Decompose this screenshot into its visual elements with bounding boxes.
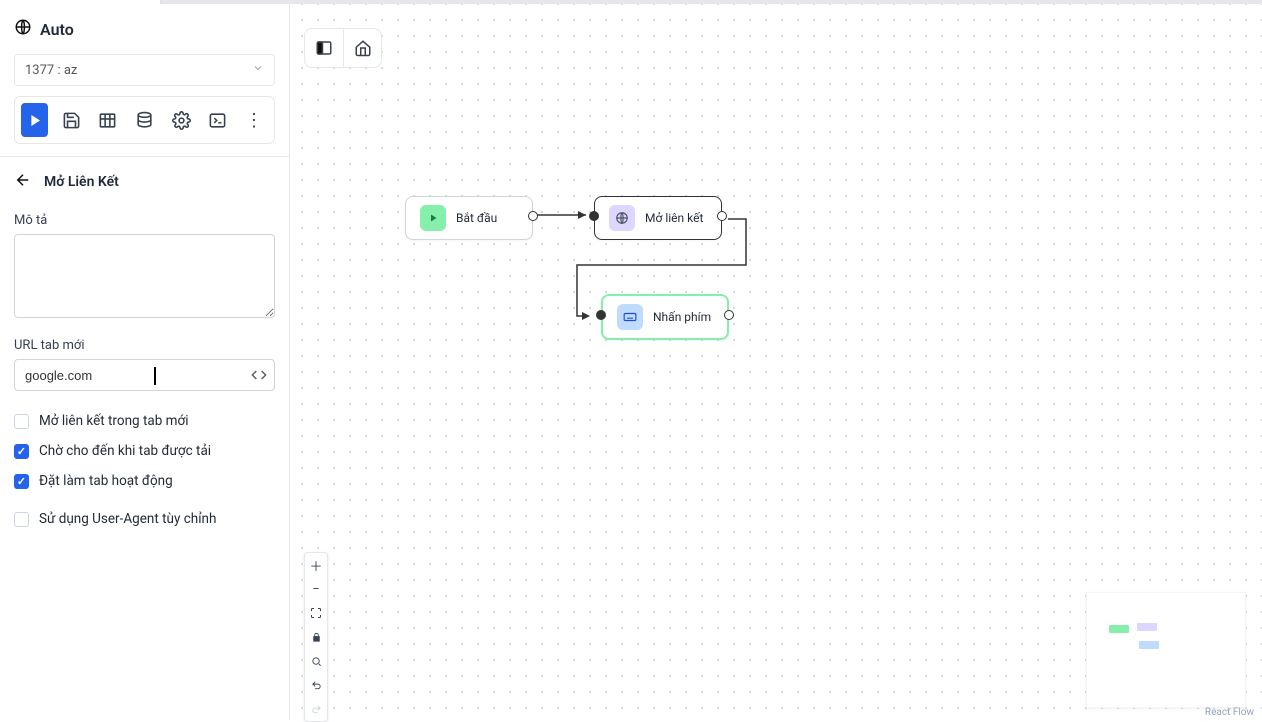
undo-button[interactable] [305,673,327,697]
checkbox-open-new-tab[interactable]: Mở liên kết trong tab mới [14,413,275,429]
checkbox-custom-user-agent[interactable]: Sử dụng User-Agent tùy chỉnh [14,511,275,527]
checkbox-label: Sử dụng User-Agent tùy chỉnh [39,511,216,527]
checkbox-label: Mở liên kết trong tab mới [39,413,189,429]
node-start[interactable]: Bắt đầu [405,196,533,240]
divider [0,156,289,157]
run-button[interactable] [21,103,48,137]
text-cursor [154,367,156,385]
node-label: Nhấn phím [653,310,711,324]
node-label: Bắt đầu [456,211,497,225]
output-port[interactable] [724,310,734,320]
description-textarea[interactable] [14,234,275,318]
fit-view-button[interactable] [305,601,327,625]
chevron-down-icon [252,62,264,78]
database-button[interactable] [131,103,158,137]
checkbox-label: Chờ cho đến khi tab được tải [39,443,211,459]
zoom-out-button[interactable]: − [305,577,327,601]
sidebar: Auto 1377 : az ⋮ Mở Liên Kế [0,4,290,720]
table-button[interactable] [94,103,121,137]
keyboard-icon [617,304,643,330]
checkbox-set-active-tab[interactable]: Đặt làm tab hoạt động [14,473,275,489]
redo-button[interactable] [305,697,327,721]
back-to-list-button[interactable]: Mở Liên Kết [14,169,275,197]
settings-button[interactable] [168,103,195,137]
project-select[interactable]: 1377 : az [14,54,275,86]
url-input[interactable] [15,368,244,383]
globe-icon [609,205,635,231]
minimap[interactable] [1086,592,1246,708]
minimap-node [1137,623,1157,631]
url-input-row [14,359,275,391]
flow-canvas[interactable]: Bắt đầu Mở liên kết Nhấn phím ＋ − [290,4,1262,720]
checkbox-icon [14,414,29,429]
save-button[interactable] [58,103,85,137]
input-port[interactable] [596,310,606,320]
canvas-controls: ＋ − [304,552,328,722]
globe-icon [14,18,32,40]
url-label: URL tab mới [14,338,275,353]
checkbox-wait-tab-load[interactable]: Chờ cho đến khi tab được tải [14,443,275,459]
node-label: Mở liên kết [645,211,703,225]
output-port[interactable] [717,211,727,221]
description-label: Mô tả [14,213,275,228]
checkbox-icon [14,512,29,527]
input-port[interactable] [589,211,599,221]
app-title-row: Auto [14,14,275,48]
more-menu-button[interactable]: ⋮ [241,110,268,131]
canvas-view-toolbar [304,28,382,68]
minimap-node [1109,625,1129,633]
checkbox-icon [14,444,29,459]
node-open-link[interactable]: Mở liên kết [594,196,722,240]
terminal-button[interactable] [204,103,231,137]
panel-title: Mở Liên Kết [44,174,119,190]
node-keypress[interactable]: Nhấn phím [601,294,729,340]
code-expression-button[interactable] [244,360,274,390]
checkbox-icon [14,474,29,489]
toggle-sidebar-button[interactable] [305,29,343,67]
minimap-node [1139,641,1159,649]
library-attribution: React Flow [1205,707,1254,718]
home-button[interactable] [343,29,381,67]
app-title: Auto [40,20,74,39]
main-toolbar: ⋮ [14,96,275,144]
checkbox-label: Đặt làm tab hoạt động [39,473,173,489]
lock-toggle-button[interactable] [305,625,327,649]
output-port[interactable] [528,211,538,221]
arrow-left-icon [14,171,32,193]
zoom-in-button[interactable]: ＋ [305,553,327,577]
play-icon [420,205,446,231]
search-button[interactable] [305,649,327,673]
project-select-value: 1377 : az [25,63,77,78]
